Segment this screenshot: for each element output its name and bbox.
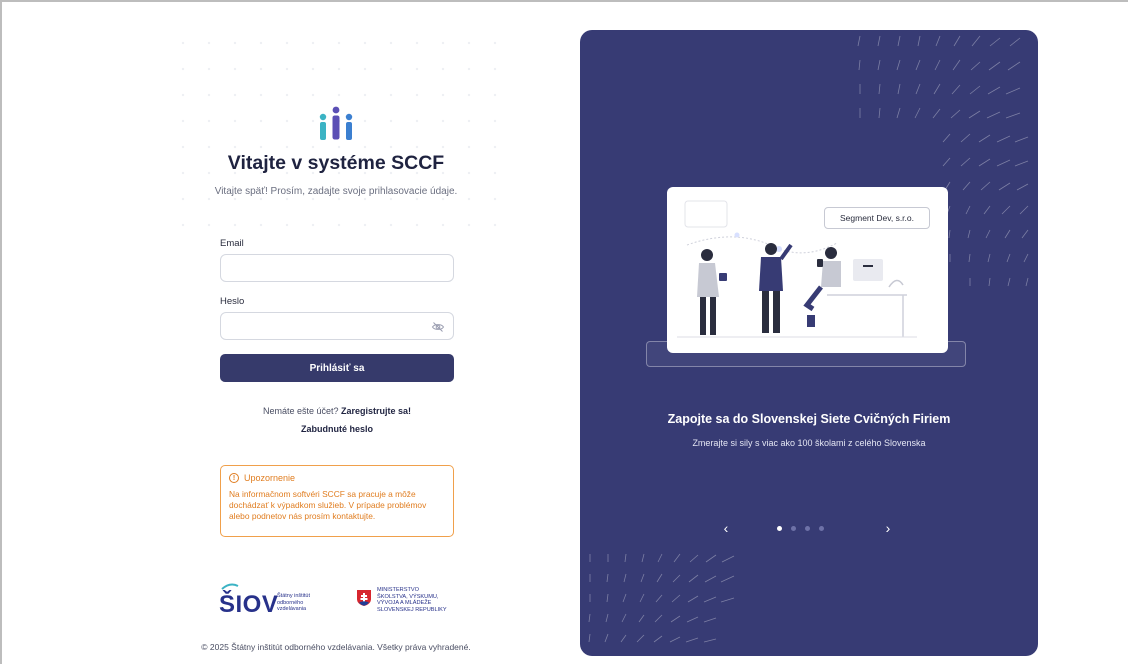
ministry-line: SLOVENSKEJ REPUBLIKY <box>377 606 447 613</box>
siov-swoosh-icon <box>221 583 239 590</box>
password-field[interactable] <box>220 312 454 340</box>
password-label: Heslo <box>220 296 245 307</box>
carousel-dot-active[interactable] <box>777 526 782 531</box>
siov-sub-line: vzdelávania <box>277 606 307 612</box>
no-account-text: Nemáte ešte účet? <box>262 406 339 416</box>
carousel-dot[interactable] <box>791 526 796 531</box>
promo-carousel: Segment Dev, s.r.o. Zapojte sa do Sloven… <box>580 30 1038 656</box>
siov-sub-line: Štátny inštitút <box>277 593 311 599</box>
register-link[interactable]: Zaregistrujte sa! <box>341 406 411 416</box>
ministry-text: MINISTERSTVO ŠKOLSTVA, VÝSKUMU, VÝVOJA A… <box>377 587 447 613</box>
siov-wordmark: ŠIOV <box>219 591 279 618</box>
page-title: Vitajte v systéme SCCF <box>227 152 445 174</box>
chevron-left-icon[interactable]: ‹ <box>716 518 736 538</box>
notice-body: Na informačnom softvéri SCCF sa pracuje … <box>229 489 427 521</box>
notice-header: ! Upozornenie <box>229 473 445 483</box>
siov-subtitle: Štátny inštitút odborného vzdelávania <box>277 593 310 613</box>
footer-copyright: © 2025 Štátny inštitút odborného vzdeláv… <box>201 642 471 652</box>
login-panel: Vitajte v systéme SCCF Vitajte späť! Pro… <box>0 0 572 664</box>
chevron-right-icon[interactable]: › <box>878 518 898 538</box>
siov-logo: ŠIOV Štátny inštitút odborného vzdelávan… <box>219 583 329 619</box>
carousel-dot[interactable] <box>819 526 824 531</box>
page-subtitle: Vitajte späť! Prosím, zadajte svoje prih… <box>214 186 458 197</box>
warning-notice: ! Upozornenie Na informačnom softvéri SC… <box>220 465 454 537</box>
ministry-logo: MINISTERSTVO ŠKOLSTVA, VÝSKUMU, VÝVOJA A… <box>356 585 466 619</box>
hatch-pattern-bottom <box>588 553 735 643</box>
carousel-subtitle: Zmerajte si sily s viac ako 100 školami … <box>692 438 926 448</box>
email-field[interactable] <box>220 254 454 282</box>
notice-title: Upozornenie <box>244 473 296 483</box>
ministry-line: VÝVOJA A MLÁDEŽE <box>377 600 432 607</box>
sccf-logo-icon <box>319 106 353 140</box>
illustration-card: Segment Dev, s.r.o. <box>667 187 948 353</box>
email-label: Email <box>220 238 244 249</box>
login-button[interactable]: Prihlásiť sa <box>220 354 454 382</box>
carousel-title: Zapojte sa do Slovenskej Siete Cvičných … <box>667 412 951 426</box>
slovak-coat-of-arms-icon <box>357 590 371 606</box>
info-icon: ! <box>229 473 239 483</box>
company-tag: Segment Dev, s.r.o. <box>824 207 930 229</box>
ministry-line: MINISTERSTVO <box>377 587 419 593</box>
register-line: Nemáte ešte účet? Zaregistrujte sa! <box>220 406 454 416</box>
carousel-dot[interactable] <box>805 526 810 531</box>
forgot-password-link[interactable]: Zabudnuté heslo <box>220 424 454 434</box>
eye-off-icon[interactable] <box>431 320 445 334</box>
